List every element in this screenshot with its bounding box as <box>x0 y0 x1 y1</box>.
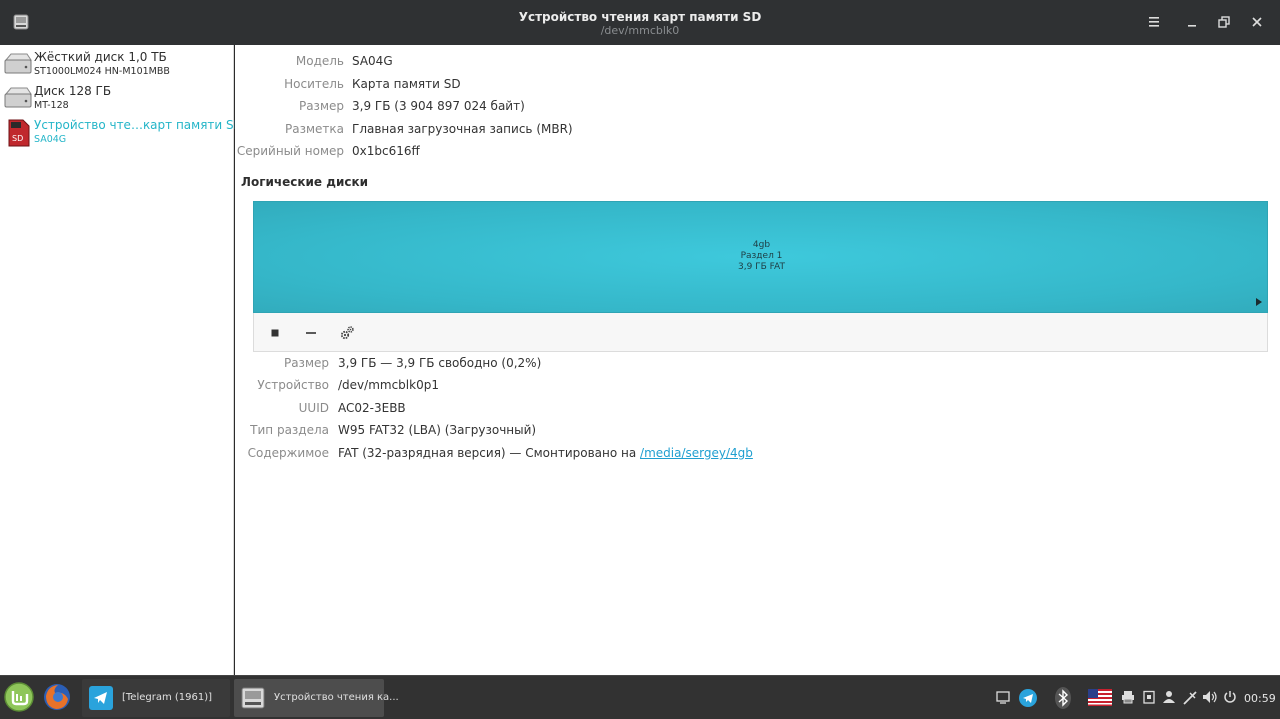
row-value: 3,9 ГБ — 3,9 ГБ свободно (0,2%) <box>338 356 542 370</box>
row-label: Серийный номер <box>236 144 344 158</box>
row-label: Содержимое <box>247 446 329 460</box>
title-bar: Устройство чтения карт памяти SD /dev/mm… <box>0 0 1280 45</box>
drive-row-model: Модель SA04G <box>235 54 1280 74</box>
window-subtitle: /dev/mmcblk0 <box>600 24 680 37</box>
hdd-icon <box>4 53 32 74</box>
partition-row-device: Устройство /dev/mmcblk0p1 <box>235 378 1280 398</box>
device-model: ST1000LM024 HN-M101MBB <box>34 66 170 77</box>
row-value: AC02-3EBB <box>338 401 406 415</box>
mount-point-link[interactable]: /media/sergey/4gb <box>640 446 753 460</box>
svg-text:SD: SD <box>12 134 23 143</box>
row-label: Устройство <box>257 378 329 392</box>
row-value: SA04G <box>352 54 393 68</box>
partition-row-size: Размер 3,9 ГБ — 3,9 ГБ свободно (0,2%) <box>235 356 1280 376</box>
task-disks[interactable]: Устройство чтения ка... <box>234 679 399 717</box>
partition-row-contents: Содержимое FAT (32-разрядная версия) — С… <box>235 446 1280 466</box>
drive-row-size: Размер 3,9 ГБ (3 904 897 024 байт) <box>235 99 1280 119</box>
contents-text: FAT (32-разрядная версия) — Смонтировано… <box>338 446 641 460</box>
device-name: Диск 128 ГБ <box>34 84 112 98</box>
mint-menu-icon[interactable] <box>3 681 35 713</box>
row-label: Размер <box>283 356 329 370</box>
partition-row-type: Тип раздела W95 FAT32 (LBA) (Загрузочный… <box>235 423 1280 443</box>
partition-info: 3,9 ГБ FAT <box>737 262 785 272</box>
partition-label: 4gb Раздел 1 3,9 ГБ FAT <box>254 240 1269 273</box>
gears-icon <box>340 326 354 340</box>
drive-row-serial: Серийный номер 0x1bc616ff <box>235 144 1280 164</box>
task-telegram[interactable]: [Telegram (1961)] <box>82 679 230 717</box>
minimize-icon[interactable] <box>1183 13 1201 31</box>
printer-icon[interactable] <box>1121 690 1135 704</box>
row-label: Тип раздела <box>250 423 329 437</box>
partition-name: 4gb <box>752 240 771 250</box>
power-icon[interactable] <box>1223 690 1237 704</box>
taskbar: [Telegram (1961)] Устройство чтения ка..… <box>0 675 1280 719</box>
partition-row-uuid: UUID AC02-3EBB <box>235 401 1280 421</box>
drive-row-partitioning: Разметка Главная загрузочная запись (MBR… <box>235 122 1280 142</box>
sidebar-item-sd-reader[interactable]: SD Устройство чте…карт памяти SD SA04G <box>0 115 243 149</box>
row-value: 0x1bc616ff <box>352 144 420 158</box>
partition-block[interactable]: 4gb Раздел 1 3,9 ГБ FAT <box>253 201 1268 313</box>
window-title: Устройство чтения карт памяти SD <box>518 10 762 24</box>
volume-toolbar <box>253 313 1268 352</box>
device-model: SA04G <box>34 134 67 145</box>
row-value: 3,9 ГБ (3 904 897 024 байт) <box>352 99 525 113</box>
volume-icon[interactable] <box>1202 690 1218 704</box>
row-value: Карта памяти SD <box>352 77 461 91</box>
network-icon[interactable] <box>1182 690 1198 706</box>
task-label: Устройство чтения ка... <box>274 692 399 703</box>
stop-icon <box>271 329 279 337</box>
partition-number: Раздел 1 <box>740 251 783 261</box>
screen-icon[interactable] <box>996 690 1010 704</box>
drive-row-media: Носитель Карта памяти SD <box>235 77 1280 97</box>
device-sidebar: Жёсткий диск 1,0 ТБ ST1000LM024 HN-M101M… <box>0 45 243 675</box>
row-label: Размер <box>298 99 344 113</box>
restore-icon[interactable] <box>1215 13 1233 31</box>
hdd-icon <box>4 87 32 108</box>
close-icon[interactable] <box>1248 13 1266 31</box>
user-icon[interactable] <box>1162 690 1176 704</box>
firefox-icon[interactable] <box>42 682 72 712</box>
row-value: Главная загрузочная запись (MBR) <box>352 122 573 136</box>
bluetooth-icon[interactable] <box>1054 686 1072 710</box>
device-model: MT-128 <box>34 100 69 111</box>
row-value: /dev/mmcblk0p1 <box>338 378 439 392</box>
telegram-tray-icon[interactable] <box>1018 688 1038 708</box>
drive-details-panel: Модель SA04G Носитель Карта памяти SD Ра… <box>235 45 1280 675</box>
clipboard-icon[interactable] <box>1142 690 1156 704</box>
delete-partition-button[interactable] <box>301 323 321 343</box>
telegram-icon <box>89 686 113 710</box>
clock[interactable]: 00:59 <box>1244 692 1276 705</box>
menu-icon[interactable] <box>1145 13 1163 31</box>
row-label: UUID <box>298 401 329 415</box>
unmount-button[interactable] <box>265 323 285 343</box>
sd-card-icon: SD <box>8 119 30 147</box>
disks-app-icon <box>241 687 265 709</box>
row-label: Носитель <box>284 77 344 91</box>
minus-icon <box>306 332 316 334</box>
volumes-heading: Логические диски <box>241 175 369 189</box>
row-label: Модель <box>295 54 344 68</box>
sidebar-item-disk-128gb[interactable]: Диск 128 ГБ MT-128 <box>0 81 234 115</box>
task-label: [Telegram (1961)] <box>122 692 213 703</box>
row-value: FAT (32-разрядная версия) — Смонтировано… <box>338 446 753 460</box>
row-label: Разметка <box>285 122 344 136</box>
device-name: Устройство чте…карт памяти SD <box>34 118 243 132</box>
device-name: Жёсткий диск 1,0 ТБ <box>34 50 167 64</box>
row-value: W95 FAT32 (LBA) (Загрузочный) <box>338 423 537 437</box>
us-flag-icon[interactable] <box>1088 689 1112 706</box>
partition-settings-button[interactable] <box>337 323 357 343</box>
sidebar-item-hdd-1tb[interactable]: Жёсткий диск 1,0 ТБ ST1000LM024 HN-M101M… <box>0 47 234 81</box>
mounted-arrow-icon <box>1256 298 1262 306</box>
